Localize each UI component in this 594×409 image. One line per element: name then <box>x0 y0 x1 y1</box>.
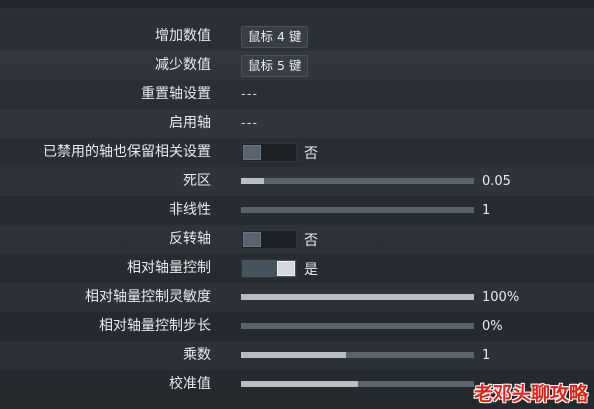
row-keep-disabled-axis: 已禁用的轴也保留相关设置 否 <box>0 138 594 167</box>
row-relative-step: 相对轴量控制步长 0% <box>0 312 594 341</box>
nonlinearity-slider[interactable] <box>241 207 474 213</box>
decrease-value-label: 减少数值 <box>155 57 211 73</box>
relative-sensitivity-slider-fill <box>241 294 474 300</box>
enable-axis-value: --- <box>241 116 259 131</box>
relative-sensitivity-label: 相对轴量控制灵敏度 <box>85 289 211 305</box>
enable-axis-control[interactable]: --- <box>241 109 258 138</box>
increase-value-key-button[interactable]: 鼠标 4 键 <box>241 25 309 48</box>
row-multiplier: 乘数 1 <box>0 341 594 370</box>
row-invert-axis: 反转轴 否 <box>0 225 594 254</box>
multiplier-slider-fill <box>241 352 346 358</box>
row-decrease-value: 减少数值 鼠标 5 键 <box>0 51 594 80</box>
relative-control-label: 相对轴量控制 <box>127 260 211 276</box>
decrease-value-key-button[interactable]: 鼠标 5 键 <box>241 54 309 77</box>
row-reset-axis: 重置轴设置 --- <box>0 80 594 109</box>
relative-step-value: 0% <box>482 319 503 334</box>
invert-axis-label: 反转轴 <box>169 231 211 247</box>
nonlinearity-value: 1 <box>482 203 491 218</box>
relative-control-state: 是 <box>304 261 318 278</box>
dead-zone-label: 死区 <box>183 173 211 189</box>
relative-step-label: 相对轴量控制步长 <box>99 318 211 334</box>
invert-axis-control: 否 <box>241 225 318 254</box>
calibration-slider-fill <box>241 381 358 387</box>
row-increase-value: 增加数值 鼠标 4 键 <box>0 22 594 51</box>
keep-disabled-axis-label: 已禁用的轴也保留相关设置 <box>43 144 211 160</box>
top-shadow <box>0 0 594 8</box>
watermark-text: 老邓头聊攻略 <box>473 383 588 405</box>
multiplier-slider[interactable] <box>241 352 474 358</box>
multiplier-value: 1 <box>482 348 491 363</box>
relative-control-toggle[interactable] <box>241 259 297 278</box>
toggle-knob <box>277 261 295 276</box>
invert-axis-state: 否 <box>304 232 318 249</box>
invert-axis-toggle[interactable] <box>241 230 297 249</box>
row-nonlinearity: 非线性 1 <box>0 196 594 225</box>
relative-sensitivity-slider[interactable] <box>241 294 474 300</box>
relative-step-slider[interactable] <box>241 323 474 329</box>
relative-control-control: 是 <box>241 254 318 283</box>
keep-disabled-axis-toggle[interactable] <box>241 143 297 162</box>
enable-axis-label: 启用轴 <box>169 115 211 131</box>
keep-disabled-axis-state: 否 <box>304 145 318 162</box>
multiplier-label: 乘数 <box>183 347 211 363</box>
toggle-knob <box>243 145 261 160</box>
nonlinearity-label: 非线性 <box>169 202 211 218</box>
dead-zone-slider[interactable] <box>241 178 474 184</box>
calibration-label: 校准值 <box>169 376 211 392</box>
reset-axis-value: --- <box>241 87 259 102</box>
dead-zone-slider-fill <box>241 178 265 184</box>
row-relative-sensitivity: 相对轴量控制灵敏度 100% <box>0 283 594 312</box>
row-enable-axis: 启用轴 --- <box>0 109 594 138</box>
keep-disabled-axis-control: 否 <box>241 138 318 167</box>
decrease-value-control: 鼠标 5 键 <box>241 51 309 80</box>
row-dead-zone: 死区 0.05 <box>0 167 594 196</box>
increase-value-label: 增加数值 <box>155 28 211 44</box>
dead-zone-value: 0.05 <box>482 174 511 189</box>
toggle-knob <box>243 232 261 247</box>
reset-axis-label: 重置轴设置 <box>141 86 211 102</box>
row-relative-control: 相对轴量控制 是 <box>0 254 594 283</box>
increase-value-control: 鼠标 4 键 <box>241 22 309 51</box>
relative-sensitivity-value: 100% <box>482 290 520 305</box>
calibration-slider[interactable] <box>241 381 474 387</box>
reset-axis-control[interactable]: --- <box>241 80 258 109</box>
